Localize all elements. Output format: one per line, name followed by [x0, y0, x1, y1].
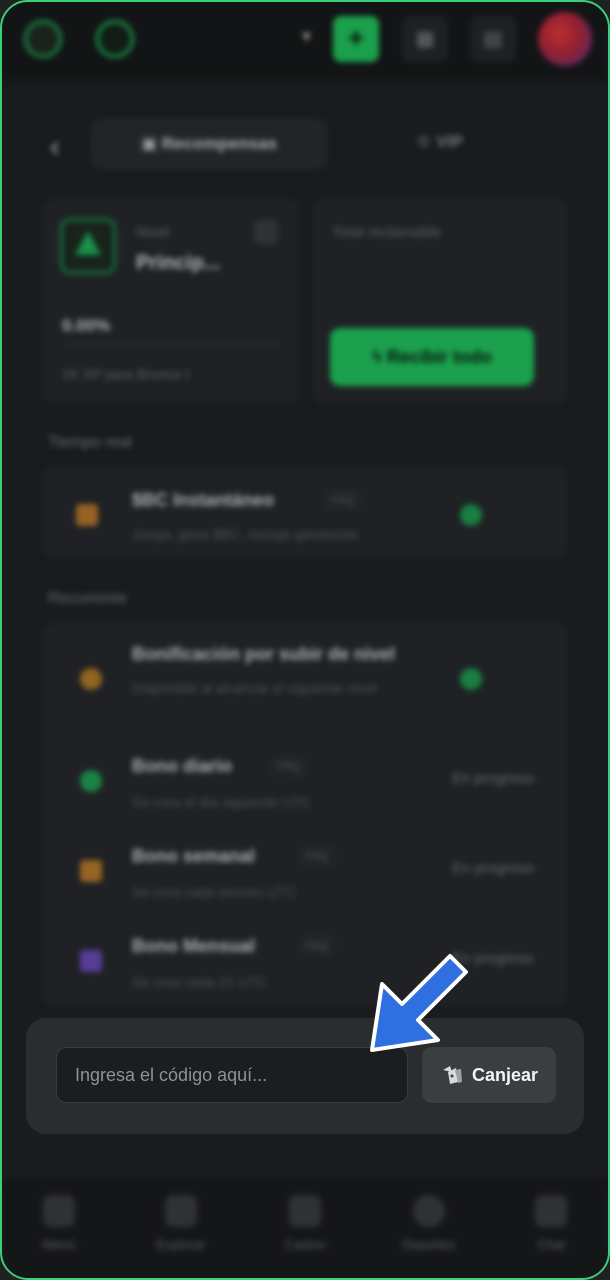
pointer-arrow-icon [370, 954, 468, 1052]
redeem-button-label: Canjear [471, 1064, 539, 1085]
code-input[interactable] [56, 1047, 408, 1103]
app-frame: ▾ + ▦ ▤ ‹ ▣ Recompensas ♔ VIP Nivel Prin… [0, 0, 610, 1280]
redeem-panel: Canjear [26, 1018, 584, 1134]
tickets-icon [442, 1066, 462, 1084]
